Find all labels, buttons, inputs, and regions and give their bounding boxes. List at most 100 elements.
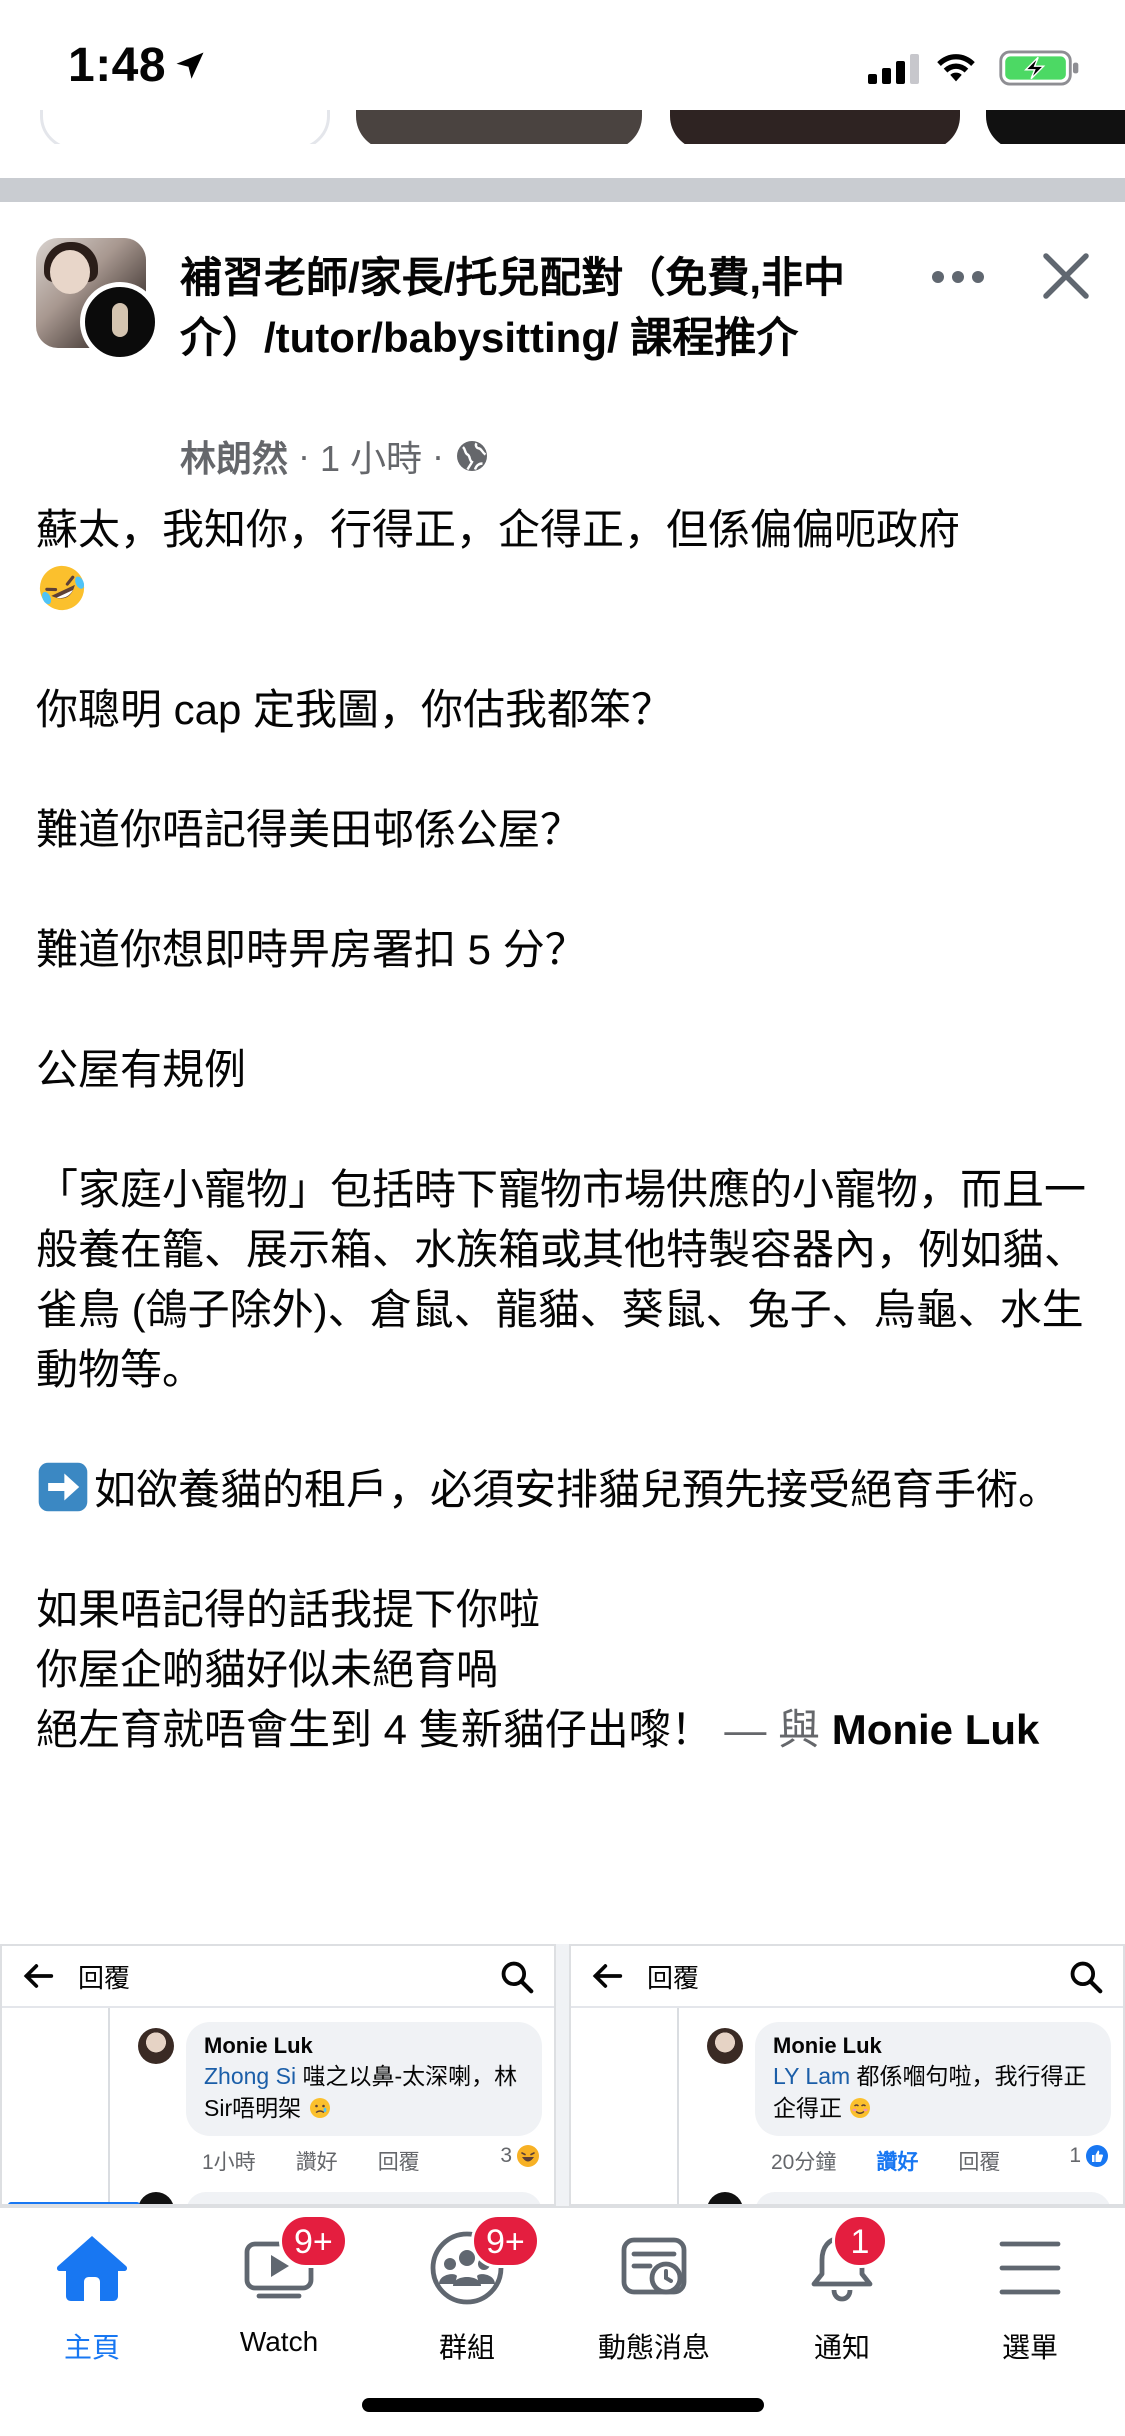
tagged-user-link[interactable]: Monie Luk <box>832 1706 1040 1753</box>
home-icon <box>56 2236 128 2301</box>
commenter-avatar <box>707 2028 743 2064</box>
reaction-count: 1 <box>1069 2144 1109 2168</box>
groups-badge: 9+ <box>471 2214 540 2268</box>
comment-mention: LY Lam <box>773 2063 851 2089</box>
menu-icon <box>999 2241 1061 2295</box>
comment-text: Zhong Si 嗤之以鼻-太深喇，林Sir唔明架 <box>204 2063 518 2121</box>
comment-reply: 回覆 <box>958 2151 1001 2174</box>
smiling-blush-emoji-icon <box>850 2098 871 2118</box>
post-time[interactable]: 1 小時 <box>320 430 422 482</box>
comment-bubble <box>755 2192 1111 2204</box>
post-line: 絕左育就唔會生到 4 隻新貓仔出嚟！ — 與 Monie Luk <box>36 1706 1040 1753</box>
tab-menu[interactable]: 選單 <box>950 2228 1110 2378</box>
comment-mention: Zhong Si <box>204 2063 297 2089</box>
tab-icon-wrap: 9+ <box>239 2214 348 2308</box>
globe-icon <box>457 441 488 471</box>
preview-title: 回覆 <box>647 1962 700 1993</box>
home-indicator[interactable] <box>362 2398 764 2412</box>
watch-badge: 9+ <box>279 2214 348 2268</box>
post-line: 如果唔記得的話我提下你啦 <box>36 1586 541 1633</box>
post-meta: 林朗然 · 1 小時 · <box>180 430 490 482</box>
post-line <box>36 560 1096 620</box>
rolling-laughing-emoji-icon <box>39 565 85 611</box>
haha-reaction-icon <box>517 2145 539 2167</box>
post-line: 蘇太，我知你，行得正，企得正，但係偏偏呃政府 <box>36 506 961 553</box>
reaction-count: 3 <box>500 2144 540 2168</box>
tab-label: 主頁 <box>63 2332 120 2363</box>
comment-time: 20分鐘 <box>771 2151 837 2174</box>
notifications-badge: 1 <box>832 2214 888 2268</box>
post-line: 難道你唔記得美田邨係公屋？ <box>36 806 583 853</box>
wifi-icon <box>937 54 975 82</box>
location-arrow-icon <box>176 52 204 79</box>
tab-notifications[interactable]: 1 通知 <box>762 2214 922 2378</box>
with-separator: — 與 <box>712 1706 832 1753</box>
tab-label: Watch <box>239 2326 319 2357</box>
story-card[interactable] <box>40 110 330 144</box>
news-feed-icon <box>621 2237 687 2295</box>
tab-watch[interactable]: 9+ Watch <box>199 2214 359 2378</box>
post-image[interactable]: 回覆 Monie Luk LY Lam 都係嗰句啦，我行得正企得正 20分鐘 讚… <box>569 1944 1125 2206</box>
comment-like: 讚好 <box>295 2151 338 2174</box>
search-icon <box>1070 1961 1103 1994</box>
story-card[interactable] <box>670 110 960 144</box>
battery-charging-icon <box>999 50 1079 86</box>
sad-tear-emoji-icon <box>309 2098 330 2118</box>
commenter-name: Monie Luk <box>773 2033 882 2058</box>
comment-text: LY Lam 都係嗰句啦，我行得正企得正 <box>773 2063 1087 2121</box>
meta-separator: · <box>298 435 311 476</box>
close-icon[interactable] <box>1036 246 1096 306</box>
author-name[interactable]: 林朗然 <box>180 430 288 482</box>
group-name[interactable]: 補習老師/家長/托兒配對（免費,非中介）/tutor/babysitting/ … <box>180 248 900 368</box>
stories-strip[interactable] <box>0 110 1125 144</box>
story-card[interactable] <box>986 110 1125 144</box>
post-line: 公屋有規例 <box>36 1046 247 1093</box>
preview-title: 回覆 <box>78 1962 131 1993</box>
thread-line <box>108 2008 110 2204</box>
status-time: 1:48 <box>68 39 167 92</box>
tab-icon-wrap: 1 <box>802 2214 888 2308</box>
tab-news-feed[interactable]: 動態消息 <box>574 2228 734 2378</box>
back-arrow-icon <box>23 1964 54 1988</box>
post-body: 蘇太，我知你，行得正，企得正，但係偏偏呃政府 你聰明 cap 定我圖，你估我都笨… <box>36 500 1096 1760</box>
tab-label: 通知 <box>813 2332 870 2363</box>
commenter-avatar <box>707 2192 743 2204</box>
back-arrow-icon <box>592 1964 623 1988</box>
tab-home[interactable]: 主頁 <box>12 2228 172 2378</box>
preview-header: 回覆 <box>2 1946 554 2008</box>
post-line: 你屋企啲貓好似未絕育喎 <box>36 1646 499 1693</box>
tab-label: 群組 <box>438 2332 495 2363</box>
comment-bubble: Monie Luk Zhong Si 嗤之以鼻-太深喇，林Sir唔明架 <box>186 2022 542 2136</box>
commenter-avatar <box>138 2028 174 2064</box>
commenter-avatar <box>138 2192 174 2204</box>
comment-reply: 回覆 <box>377 2151 420 2174</box>
right-arrow-emoji-icon <box>38 1462 88 1512</box>
comment-bubble <box>186 2192 542 2204</box>
comment-time: 1小時 <box>202 2151 256 2174</box>
comment-actions: 1小時 讚好 回覆 <box>202 2146 542 2176</box>
post-line: 你聰明 cap 定我圖，你估我都笨？ <box>36 686 674 733</box>
post-paragraph: 如欲養貓的租戶，必須安排貓兒預先接受絕育手術。 <box>36 1460 1096 1520</box>
tab-label: 動態消息 <box>597 2332 710 2363</box>
cellular-signal-icon <box>868 52 919 84</box>
post-image[interactable]: 回覆 Monie Luk Zhong Si 嗤之以鼻-太深喇，林Sir唔明架 1… <box>0 1944 556 2206</box>
preview-header: 回覆 <box>571 1946 1123 2008</box>
more-options-button[interactable] <box>928 262 988 292</box>
section-divider <box>0 178 1125 202</box>
tab-groups[interactable]: 9+ 群組 <box>387 2214 547 2378</box>
comment-like: 讚好 <box>876 2151 919 2174</box>
story-card[interactable] <box>356 110 642 144</box>
like-reaction-icon <box>1086 2145 1108 2167</box>
tab-label: 選單 <box>1001 2332 1058 2363</box>
post-image-gallery[interactable]: 回覆 Monie Luk Zhong Si 嗤之以鼻-太深喇，林Sir唔明架 1… <box>0 1944 1125 2206</box>
post-paragraph: 「家庭小寵物」包括時下寵物市場供應的小寵物，而且一般養在籠、展示箱、水族箱或其他… <box>36 1166 1087 1393</box>
comment-actions: 20分鐘 讚好 回覆 <box>771 2146 1111 2176</box>
commenter-name: Monie Luk <box>204 2033 313 2058</box>
search-icon <box>501 1961 534 1994</box>
comment-bubble: Monie Luk LY Lam 都係嗰句啦，我行得正企得正 <box>755 2022 1111 2136</box>
post-header: 補習老師/家長/托兒配對（免費,非中介）/tutor/babysitting/ … <box>0 232 1125 482</box>
thread-line <box>677 2008 679 2204</box>
post-line: 難道你想即時畀房署扣 5 分？ <box>36 926 587 973</box>
author-avatar[interactable] <box>80 282 160 362</box>
tab-icon-wrap: 9+ <box>427 2214 540 2308</box>
